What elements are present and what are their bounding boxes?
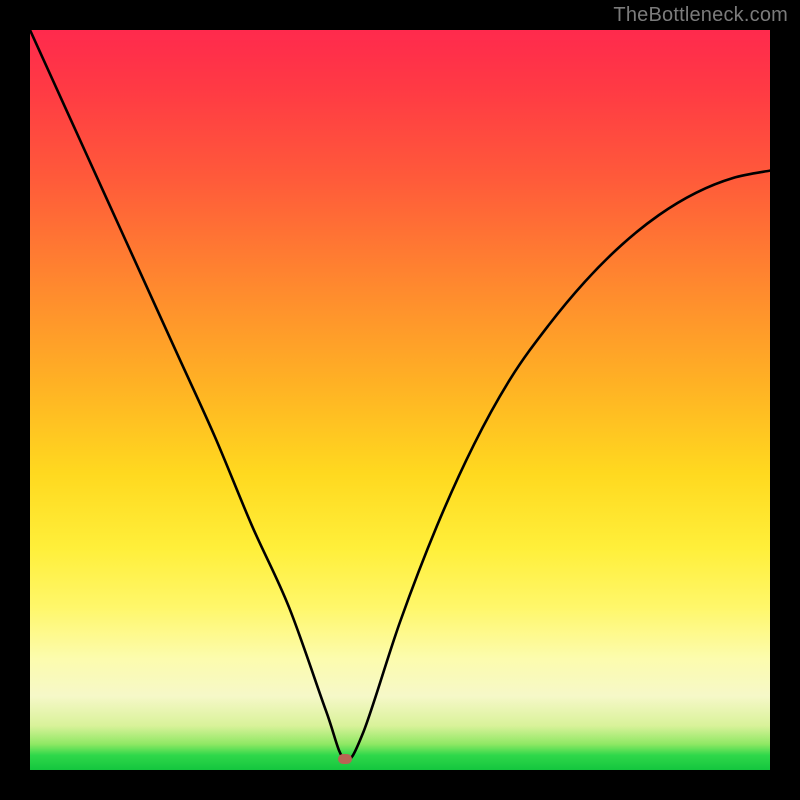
plot-area [30,30,770,770]
watermark-text: TheBottleneck.com [613,4,788,27]
bottleneck-curve [30,30,770,770]
chart-frame: TheBottleneck.com [0,0,800,800]
minimum-marker [338,754,352,764]
